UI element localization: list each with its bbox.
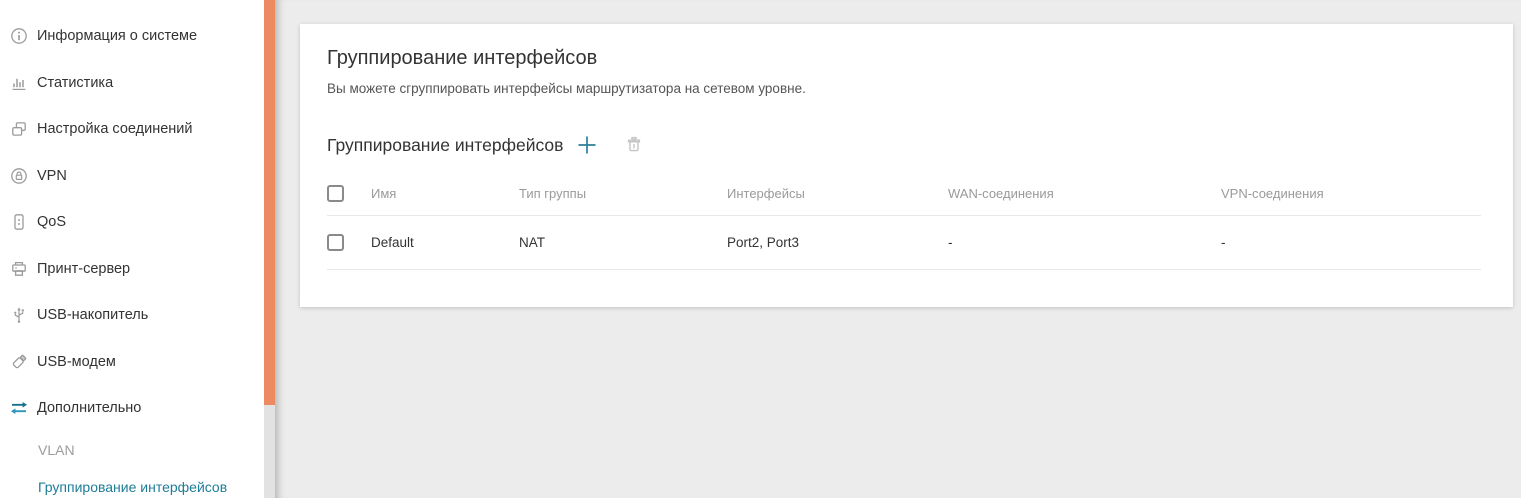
column-header-group-type: Тип группы	[519, 186, 727, 201]
sidebar-item-usb-storage[interactable]: USB-накопитель	[0, 292, 264, 339]
sidebar-item-label: Настройка соединений	[37, 121, 192, 137]
sidebar-item-label: Дополнительно	[37, 400, 141, 416]
bar-chart-icon	[10, 74, 28, 92]
cell-vpn-connections: -	[1221, 235, 1481, 250]
cell-interfaces: Port2, Port3	[727, 235, 948, 250]
sidebar-item-connection-settings[interactable]: Настройка соединений	[0, 106, 264, 153]
sidebar-scrollbar-track[interactable]	[264, 0, 275, 498]
column-header-wan-connections: WAN-соединения	[948, 186, 1221, 201]
page-title: Группирование интерфейсов	[327, 45, 1481, 71]
plus-icon	[574, 132, 600, 158]
row-checkbox[interactable]	[327, 234, 344, 251]
printer-icon	[10, 260, 28, 278]
sidebar-subitem-label: Группирование интерфейсов	[38, 479, 227, 495]
cell-wan-connections: -	[948, 235, 1221, 250]
usb-icon	[10, 306, 28, 324]
trash-icon	[624, 135, 644, 155]
delete-group-button[interactable]	[624, 135, 644, 155]
qos-icon	[10, 213, 28, 231]
groups-table: Имя Тип группы Интерфейсы WAN-соединения…	[327, 171, 1481, 270]
sidebar-item-label: Информация о системе	[37, 28, 197, 44]
header-checkbox-cell	[327, 185, 371, 202]
sidebar-scrollbar-thumb[interactable]	[264, 0, 275, 405]
sidebar: Информация о системе Статистика Настройк…	[0, 0, 264, 498]
sidebar-item-label: Принт-сервер	[37, 261, 130, 277]
sidebar-item-label: QoS	[37, 214, 66, 230]
page-subtitle: Вы можете сгруппировать интерфейсы маршр…	[327, 80, 1481, 97]
sidebar-item-advanced[interactable]: Дополнительно	[0, 385, 264, 432]
interface-grouping-card: Группирование интерфейсов Вы можете сгру…	[300, 24, 1513, 307]
row-checkbox-cell	[327, 234, 371, 251]
column-header-vpn-connections: VPN-соединения	[1221, 186, 1481, 201]
sidebar-item-usb-modem[interactable]: USB-модем	[0, 339, 264, 386]
sidebar-item-statistics[interactable]: Статистика	[0, 60, 264, 107]
sidebar-item-label: VPN	[37, 168, 67, 184]
add-group-button[interactable]	[574, 132, 600, 158]
cell-name: Default	[371, 235, 519, 250]
usb-modem-icon	[10, 353, 28, 371]
column-header-name: Имя	[371, 186, 519, 201]
sidebar-item-vpn[interactable]: VPN	[0, 153, 264, 200]
sidebar-subitem-vlan[interactable]: VLAN	[0, 432, 264, 469]
transfer-arrows-icon	[10, 399, 28, 417]
sidebar-item-label: USB-модем	[37, 354, 116, 370]
table-header-row: Имя Тип группы Интерфейсы WAN-соединения…	[327, 171, 1481, 216]
select-all-checkbox[interactable]	[327, 185, 344, 202]
sidebar-item-print-server[interactable]: Принт-сервер	[0, 246, 264, 293]
cell-group-type: NAT	[519, 235, 727, 250]
sidebar-subitem-interface-grouping[interactable]: Группирование интерфейсов	[0, 469, 264, 498]
sidebar-item-system-info[interactable]: Информация о системе	[0, 13, 264, 60]
main-content: Группирование интерфейсов Вы можете сгру…	[275, 0, 1521, 498]
vpn-lock-icon	[10, 167, 28, 185]
section-header: Группирование интерфейсов	[327, 132, 1481, 158]
app-window: Информация о системе Статистика Настройк…	[0, 0, 1521, 498]
sidebar-subitem-label: VLAN	[38, 442, 75, 458]
section-title: Группирование интерфейсов	[327, 135, 563, 156]
sidebar-item-label: Статистика	[37, 75, 113, 91]
table-row[interactable]: Default NAT Port2, Port3 - -	[327, 216, 1481, 270]
connections-icon	[10, 120, 28, 138]
info-icon	[10, 27, 28, 45]
column-header-interfaces: Интерфейсы	[727, 186, 948, 201]
sidebar-item-label: USB-накопитель	[37, 307, 148, 323]
sidebar-item-qos[interactable]: QoS	[0, 199, 264, 246]
